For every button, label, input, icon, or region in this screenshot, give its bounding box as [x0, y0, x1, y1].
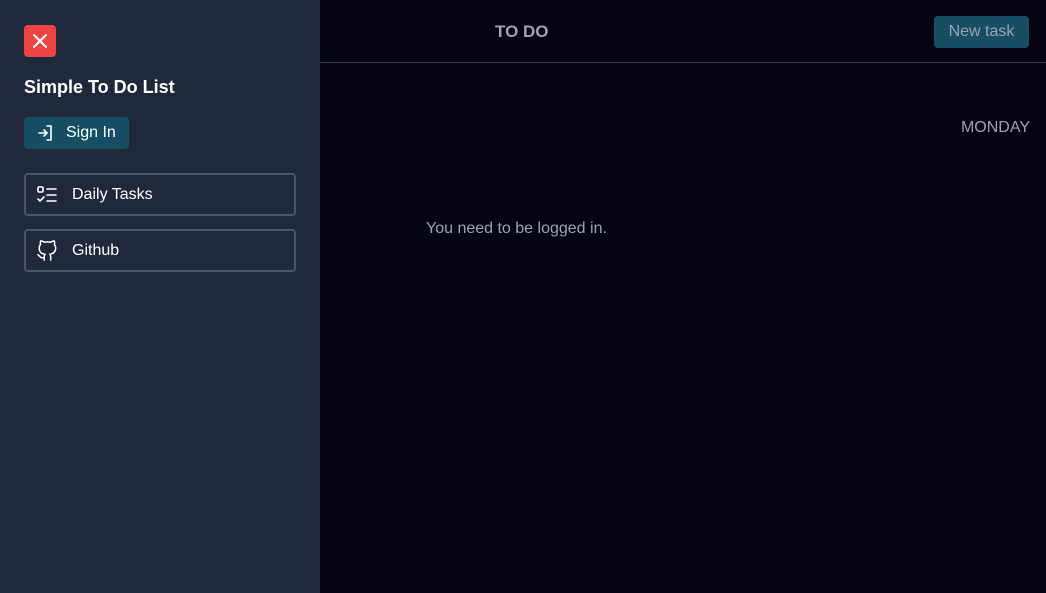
sidebar-item-daily-tasks[interactable]: Daily Tasks — [24, 173, 296, 216]
sidebar: Simple To Do List Sign In Daily Tasks Gi… — [0, 0, 320, 593]
sidebar-item-github[interactable]: Github — [24, 229, 296, 272]
day-label: MONDAY — [960, 119, 1030, 136]
sign-in-button[interactable]: Sign In — [24, 117, 129, 149]
close-sidebar-button[interactable] — [24, 25, 56, 57]
checklist-icon — [36, 184, 58, 206]
app: Simple To Do List Sign In Daily Tasks Gi… — [0, 0, 1046, 593]
top-bar: TO DO New task — [320, 0, 1046, 63]
login-required-message: You need to be logged in. — [426, 220, 607, 237]
github-icon — [36, 239, 58, 262]
sign-in-label: Sign In — [66, 124, 116, 141]
page-title: TO DO — [495, 22, 549, 41]
sidebar-item-label: Github — [72, 241, 120, 259]
main-content: TO DO New task MONDAY You need to be log… — [320, 0, 1046, 593]
sign-in-icon — [36, 124, 54, 142]
close-icon — [32, 33, 48, 49]
sidebar-item-label: Daily Tasks — [72, 185, 153, 203]
new-task-button[interactable]: New task — [934, 16, 1029, 48]
app-title: Simple To Do List — [24, 77, 175, 97]
